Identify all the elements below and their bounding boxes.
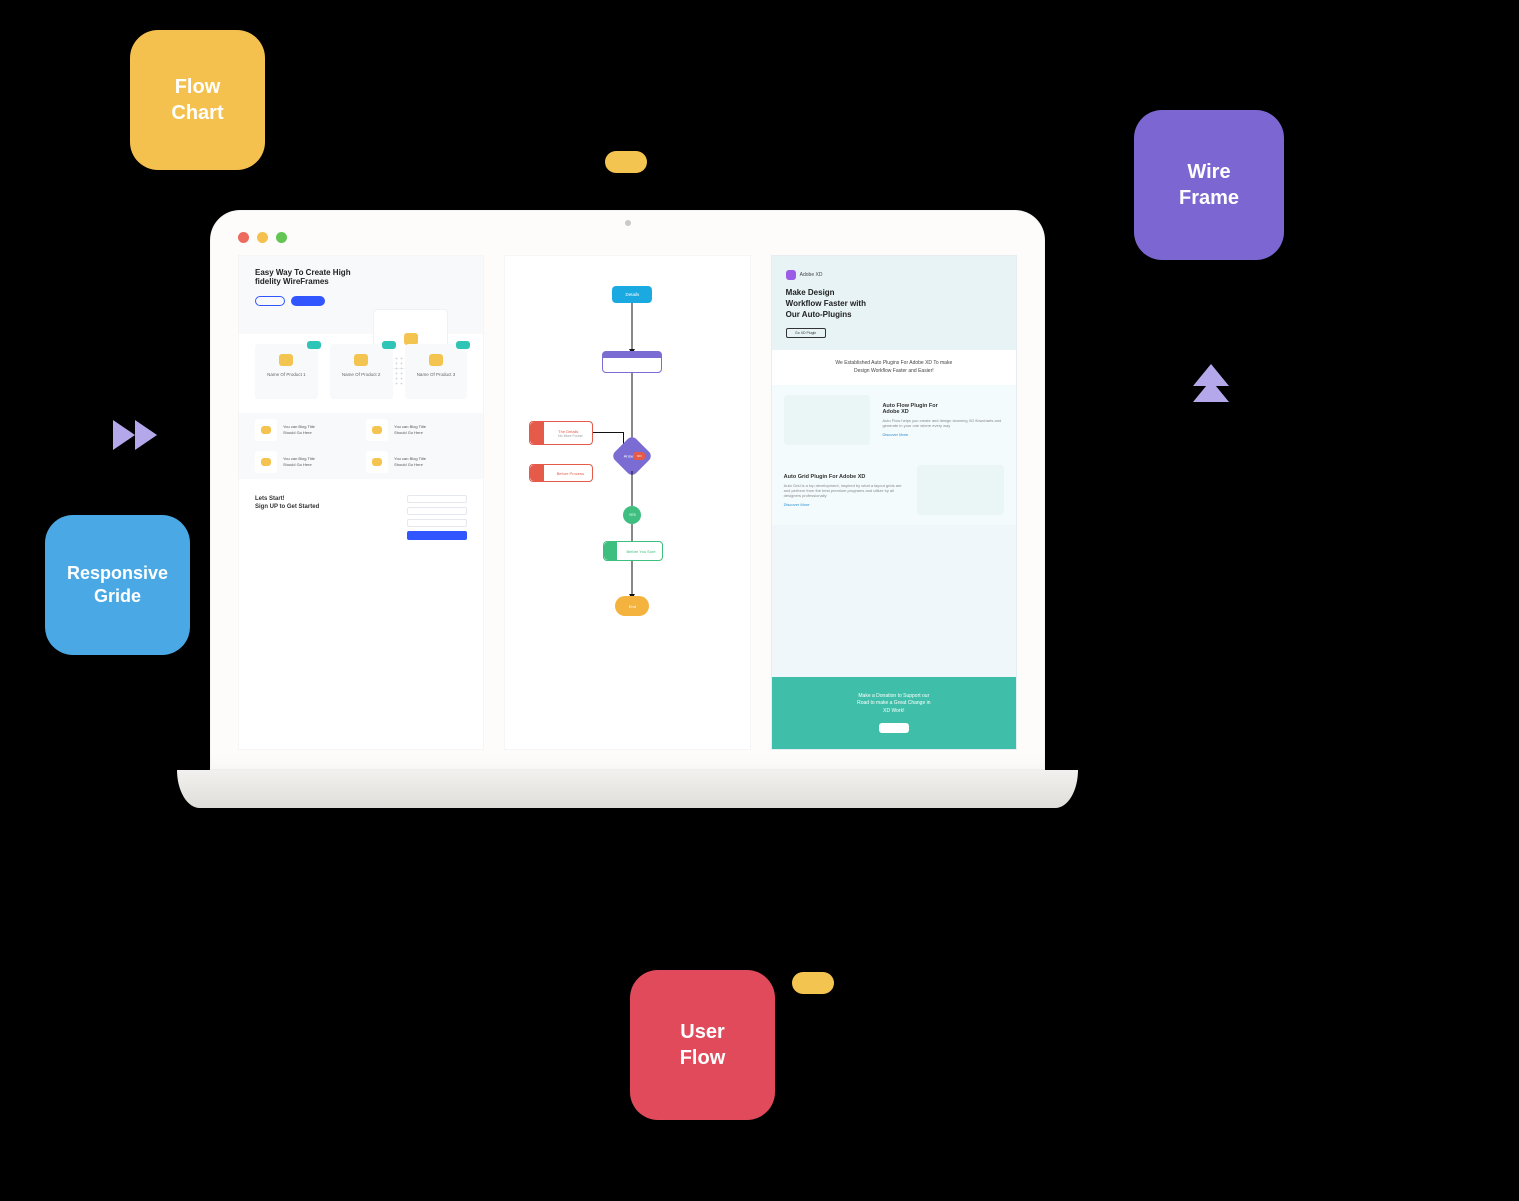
feature-row: Auto Grid Plugin For Adobe XD Auto Grid … — [772, 455, 1016, 525]
xd-icon — [786, 270, 796, 280]
feature-link[interactable]: Discover More — [784, 502, 906, 507]
flow-confirm-card[interactable]: Before You Sure — [603, 541, 663, 561]
donate-banner: Make a Donation to Support our Road to m… — [772, 677, 1016, 750]
cta-fill-button[interactable] — [291, 296, 325, 306]
donate-button[interactable] — [879, 723, 909, 733]
flow-yes-node[interactable]: YES — [623, 506, 641, 524]
feature-illustration — [917, 465, 1004, 515]
app-logo: Adobe XD — [786, 270, 1002, 280]
feature-title: Auto Grid Plugin For Adobe XD — [784, 474, 906, 480]
product-card[interactable]: Name Of Product 3 — [405, 344, 468, 399]
tag-wireframe: Wire Frame — [1134, 110, 1284, 260]
feature-illustration — [784, 395, 871, 445]
hero-heading: Make Design Workflow Faster with Our Aut… — [786, 288, 1002, 320]
up-arrows-icon — [1193, 370, 1229, 402]
cta-outline-button[interactable] — [255, 296, 285, 306]
tag-userflow: User Flow — [630, 970, 775, 1120]
feature-title: Auto Flow Plugin For Adobe XD — [882, 403, 1004, 415]
product-label: Name Of Product 2 — [330, 372, 393, 377]
decor-pill — [605, 151, 647, 173]
close-icon[interactable] — [238, 232, 249, 243]
window-controls — [238, 232, 1017, 243]
signup-input[interactable] — [407, 507, 467, 515]
feature-row: Auto Flow Plugin For Adobe XD Auto Flow … — [772, 385, 1016, 455]
intro-text: We Established Auto Plugins For Adobe XD… — [772, 350, 1016, 385]
hero-title: Easy Way To Create High fidelity WireFra… — [255, 268, 355, 286]
footer-subtitle: Sign UP to Get Started — [255, 503, 319, 511]
product-card[interactable]: Name Of Product 2 — [330, 344, 393, 399]
tag-flowchart: Flow Chart — [130, 30, 265, 170]
laptop-mockup: Easy Way To Create High fidelity WireFra… — [210, 210, 1045, 830]
laptop-base — [177, 770, 1079, 808]
feature-body: Auto Flow helps you create and design st… — [882, 418, 1004, 428]
product-page-panel: Adobe XD Make Design Workflow Faster wit… — [771, 255, 1017, 750]
blog-item[interactable]: You can Blog TitleShould Go Here — [255, 419, 356, 441]
flow-process-node[interactable] — [602, 351, 662, 373]
blog-item[interactable]: You can Blog TitleShould Go Here — [366, 419, 467, 441]
maximize-icon[interactable] — [276, 232, 287, 243]
blog-item[interactable]: You can Blog TitleShould Go Here — [255, 451, 356, 473]
product-label: Name Of Product 1 — [255, 372, 318, 377]
laptop-screen: Easy Way To Create High fidelity WireFra… — [210, 210, 1045, 770]
signup-input[interactable] — [407, 519, 467, 527]
feature-body: Auto Grid is a top development, inspired… — [784, 483, 906, 498]
footer-title: Lets Start! — [255, 495, 319, 503]
product-card[interactable]: Name Of Product 1 — [255, 344, 318, 399]
hero-cta-button[interactable]: Go XD Plugin — [786, 328, 826, 338]
decor-pill — [792, 972, 834, 994]
flowchart-panel: Details The DetailsNo More Found Before … — [504, 255, 750, 750]
flow-start-node[interactable]: Details — [612, 286, 652, 303]
flow-detail-card[interactable]: The DetailsNo More Found — [529, 421, 593, 445]
signup-input[interactable] — [407, 495, 467, 503]
product-label: Name Of Product 3 — [405, 372, 468, 377]
tag-responsive-grid: Responsive Gride — [45, 515, 190, 655]
wireframe-panel: Easy Way To Create High fidelity WireFra… — [238, 255, 484, 750]
minimize-icon[interactable] — [257, 232, 268, 243]
feature-link[interactable]: Discover More — [882, 432, 1004, 437]
flow-before-card[interactable]: Before Process — [529, 464, 593, 482]
blog-item[interactable]: You can Blog TitleShould Go Here — [366, 451, 467, 473]
submit-button[interactable] — [407, 531, 467, 540]
play-icon — [113, 420, 157, 450]
decision-no-label: NO — [633, 452, 645, 460]
flow-end-node[interactable]: End — [615, 596, 649, 616]
